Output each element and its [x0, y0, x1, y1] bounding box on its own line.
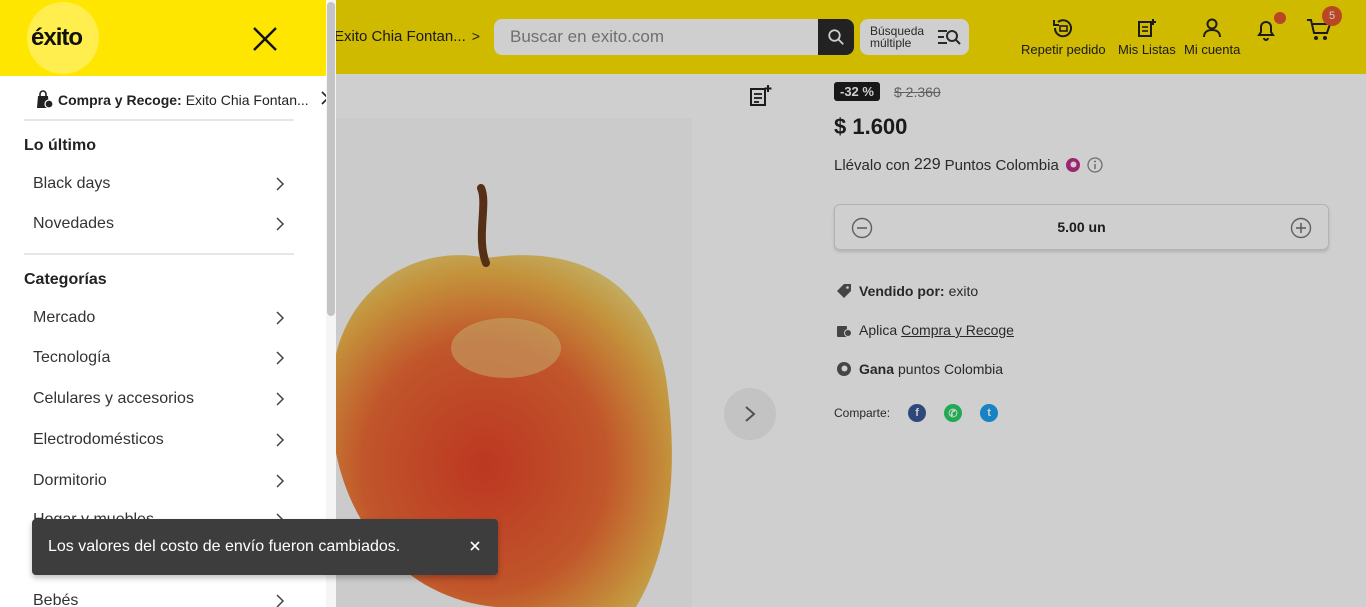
- pickup-store-selector[interactable]: Compra y Recoge: Exito Chia Fontan...: [34, 90, 330, 110]
- menu-item-label: Novedades: [33, 215, 114, 232]
- logo-text: éxito: [31, 24, 83, 51]
- chevron-right-icon: [276, 594, 285, 607]
- scrollbar-thumb[interactable]: [327, 2, 335, 316]
- menu-item-tecnologia[interactable]: Tecnología: [33, 349, 285, 367]
- menu-item-celulares[interactable]: Celulares y accesorios: [33, 390, 285, 408]
- pickup-label: Compra y Recoge:: [58, 92, 182, 108]
- menu-item-label: Bebés: [33, 592, 79, 607]
- side-menu-drawer: éxito Compra y Recoge: Exito Chia Fontan…: [0, 0, 336, 607]
- menu-item-dormitorio[interactable]: Dormitorio: [33, 472, 285, 490]
- exito-logo[interactable]: éxito: [31, 24, 83, 52]
- chevron-right-icon: [276, 351, 285, 365]
- menu-item-label: Electrodomésticos: [33, 431, 164, 448]
- chevron-right-icon: [276, 311, 285, 325]
- menu-item-bebes[interactable]: Bebés: [33, 592, 285, 607]
- menu-item-label: Celulares y accesorios: [33, 390, 194, 407]
- drawer-header: éxito: [0, 0, 326, 76]
- menu-item-label: Dormitorio: [33, 472, 107, 489]
- divider: [24, 119, 294, 121]
- menu-item-electrodomesticos[interactable]: Electrodomésticos: [33, 431, 285, 449]
- chevron-right-icon: [276, 474, 285, 488]
- chevron-right-icon: [276, 177, 285, 191]
- menu-item-label: Tecnología: [33, 349, 111, 366]
- close-icon[interactable]: [468, 539, 482, 553]
- chevron-right-icon: [276, 217, 285, 231]
- menu-item-black-days[interactable]: Black days: [33, 175, 285, 193]
- toast-message: Los valores del costo de envío fueron ca…: [48, 538, 401, 555]
- chevron-right-icon: [276, 392, 285, 406]
- pickup-bag-icon: [37, 90, 54, 109]
- menu-item-novedades[interactable]: Novedades: [33, 215, 285, 233]
- toast-notification: Los valores del costo de envío fueron ca…: [32, 519, 498, 575]
- chevron-right-icon: [276, 433, 285, 447]
- close-icon[interactable]: [252, 26, 278, 52]
- section-title-lo-ultimo: Lo último: [24, 137, 96, 154]
- menu-item-mercado[interactable]: Mercado: [33, 309, 285, 327]
- divider: [24, 253, 294, 255]
- menu-item-label: Mercado: [33, 309, 96, 326]
- pickup-store: Exito Chia Fontan...: [185, 92, 309, 108]
- menu-item-label: Black days: [33, 175, 111, 192]
- section-title-categorias: Categorías: [24, 271, 107, 288]
